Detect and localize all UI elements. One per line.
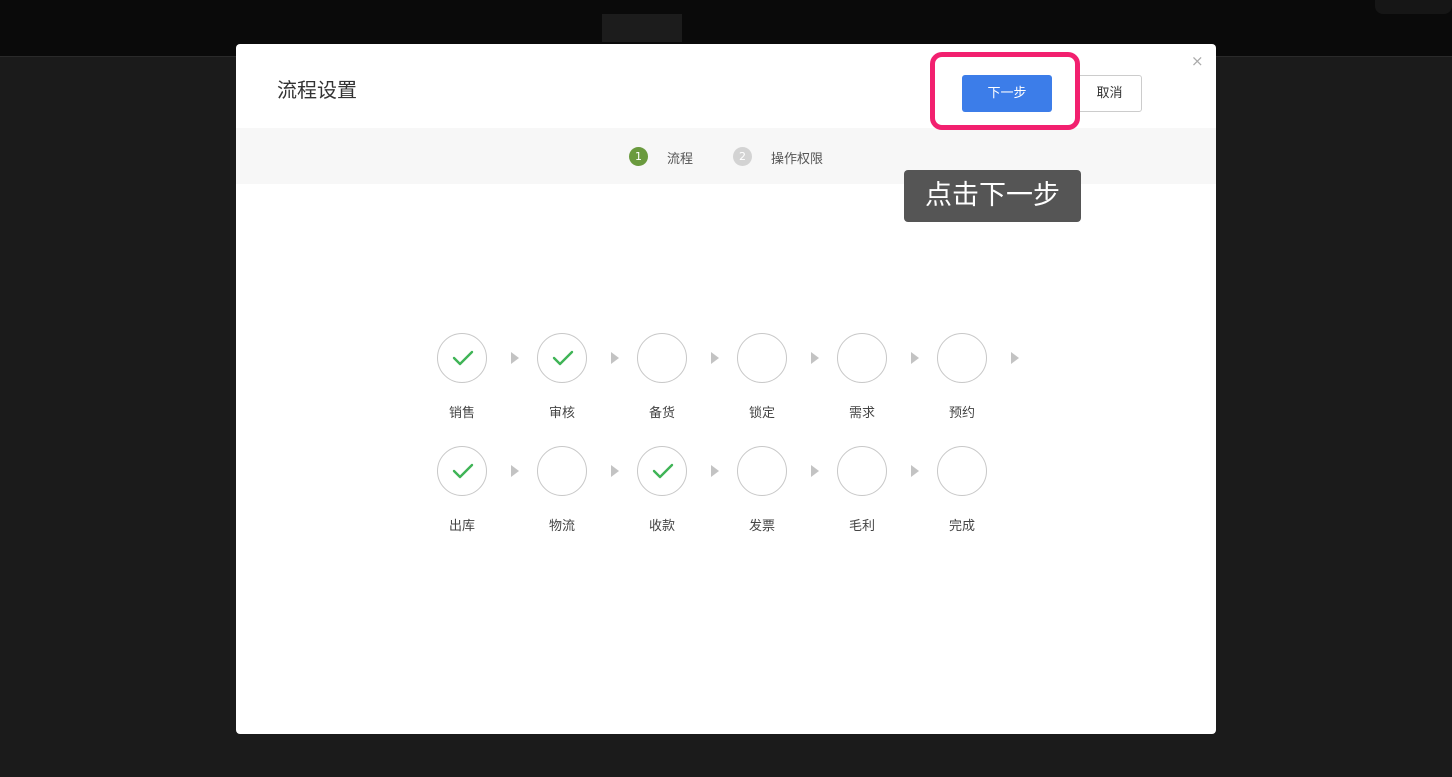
checkmark-icon [552, 350, 574, 366]
tutorial-tooltip: 点击下一步 [904, 170, 1081, 222]
tutorial-highlight-frame [930, 52, 1080, 130]
corner-indicator [1375, 0, 1452, 14]
flow-node-1-4[interactable] [837, 446, 887, 496]
checkmark-icon [452, 463, 474, 479]
flow-node-1-1[interactable] [537, 446, 587, 496]
flow-node-label: 预约 [948, 406, 975, 421]
flow-arrow-icon [711, 352, 719, 364]
flow-node-label: 锁定 [748, 406, 775, 421]
flow-node-1-3[interactable] [737, 446, 787, 496]
flow-node-0-5[interactable] [937, 333, 987, 383]
step-2-label[interactable]: 操作权限 [771, 148, 823, 167]
flow-arrow-icon [811, 465, 819, 477]
flow-node-1-5[interactable] [937, 446, 987, 496]
flow-node-label: 收款 [648, 519, 675, 534]
flow-node-0-2[interactable] [637, 333, 687, 383]
flow-node-label: 出库 [448, 519, 475, 534]
step-1-label[interactable]: 流程 [667, 148, 693, 167]
cancel-button[interactable]: 取消 [1077, 75, 1142, 112]
nav-active-tab [602, 14, 682, 42]
close-icon[interactable]: × [1191, 52, 1204, 70]
step-2-number: 2 [733, 147, 752, 166]
flow-arrow-icon [911, 352, 919, 364]
flow-node-0-0[interactable] [437, 333, 487, 383]
flow-node-label: 需求 [848, 406, 875, 421]
flow-arrow-icon [1011, 352, 1019, 364]
modal-title: 流程设置 [277, 78, 357, 102]
flow-node-0-1[interactable] [537, 333, 587, 383]
flow-settings-modal: 流程设置 × 下一步 取消 1 流程 2 操作权限 销售 审核 备货 锁定 需求 预约 出库… [236, 44, 1216, 734]
flow-node-label: 物流 [548, 519, 575, 534]
flow-node-label: 发票 [748, 519, 775, 534]
flow-arrow-icon [511, 465, 519, 477]
flow-node-1-0[interactable] [437, 446, 487, 496]
flow-arrow-icon [811, 352, 819, 364]
flow-node-label: 销售 [448, 406, 475, 421]
flow-arrow-icon [911, 465, 919, 477]
flow-arrow-icon [711, 465, 719, 477]
flow-arrow-icon [611, 352, 619, 364]
flow-node-label: 完成 [948, 519, 975, 534]
checkmark-icon [452, 350, 474, 366]
flow-arrow-icon [611, 465, 619, 477]
step-1-number: 1 [629, 147, 648, 166]
flow-arrow-icon [511, 352, 519, 364]
flow-node-label: 毛利 [848, 519, 875, 534]
flow-node-label: 审核 [548, 406, 575, 421]
checkmark-icon [652, 463, 674, 479]
flow-node-label: 备货 [648, 406, 675, 421]
flow-node-1-2[interactable] [637, 446, 687, 496]
flow-node-0-3[interactable] [737, 333, 787, 383]
flow-node-0-4[interactable] [837, 333, 887, 383]
